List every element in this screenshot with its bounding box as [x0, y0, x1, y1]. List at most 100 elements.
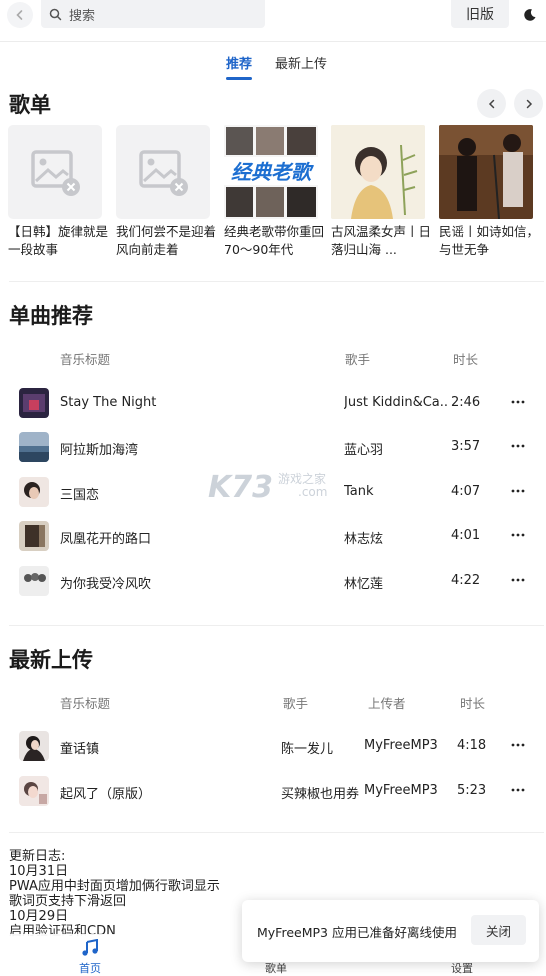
playlist-card[interactable]: 古风温柔女声丨日落归山海 ... [331, 125, 431, 259]
song-title: 童话镇 [60, 742, 100, 757]
more-button[interactable] [509, 482, 527, 500]
tab-bar: 推荐 最新上传 [0, 53, 546, 83]
more-icon [511, 489, 525, 493]
broken-image-icon [139, 150, 188, 196]
playlists-next-button[interactable] [514, 89, 543, 118]
column-header-title: 音乐标题 [60, 352, 111, 367]
watermark-domain: .com [298, 485, 328, 499]
watermark-logo: K73 游戏之家 .com [208, 468, 338, 508]
song-duration: 4:07 [451, 484, 481, 499]
column-header-title: 音乐标题 [60, 696, 111, 711]
column-header-uploader: 上传者 [368, 696, 406, 711]
playlist-cover [116, 125, 210, 219]
changelog-line: 歌词页支持下滑返回 [9, 894, 127, 909]
songs-title: 单曲推荐 [9, 304, 93, 328]
playlist-title: 民谣丨如诗如信，与世无争 [439, 224, 539, 257]
song-cover [19, 477, 49, 507]
offline-ready-toast: MyFreeMP3 应用已准备好离线使用 关闭 [242, 900, 539, 962]
more-button[interactable] [509, 571, 527, 589]
back-button[interactable] [7, 2, 33, 28]
playlist-title: 我们何尝不是迎着风向前走着 [116, 224, 216, 257]
music-note-icon [82, 939, 98, 956]
song-artist: 林忆莲 [344, 577, 384, 592]
playlist-card[interactable]: 经典老歌 经典老歌带你重回70～90年代 [224, 125, 324, 259]
search-input[interactable]: 搜索 [41, 0, 265, 28]
upload-row[interactable]: 起风了（原版） 买辣椒也用券 MyFreeMP3 5:23 [0, 769, 546, 813]
more-icon [511, 578, 525, 582]
nav-label-home: 首页 [79, 962, 101, 975]
more-icon [511, 788, 525, 792]
moon-icon [524, 9, 536, 21]
song-artist: 林志炫 [344, 532, 384, 547]
playlist-cover [439, 125, 533, 219]
playlists-prev-button[interactable] [477, 89, 506, 118]
column-header-duration: 时长 [460, 696, 486, 711]
divider [9, 281, 544, 282]
upload-row[interactable]: 童话镇 陈一发儿 MyFreeMP3 4:18 [0, 724, 546, 768]
divider [9, 832, 544, 833]
song-title: Stay The Night [60, 395, 157, 410]
playlist-title: 经典老歌带你重回70～90年代 [224, 224, 324, 257]
photo-collage-image: 经典老歌 [224, 125, 318, 219]
svg-text:经典老歌: 经典老歌 [231, 160, 315, 184]
song-title: 为你我受冷风吹 [60, 577, 152, 592]
playlist-card[interactable]: 我们何尝不是迎着风向前走着 [116, 125, 216, 259]
more-button[interactable] [509, 736, 527, 754]
more-button[interactable] [509, 437, 527, 455]
old-version-button[interactable]: 旧版 [451, 0, 509, 28]
changelog-line: 更新日志: [9, 849, 66, 864]
song-cover [19, 521, 49, 551]
more-icon [511, 533, 525, 537]
song-artist: Tank [344, 484, 374, 499]
illustration-image [331, 125, 425, 219]
more-icon [511, 743, 525, 747]
changelog: 更新日志: 10月31日 PWA应用中封面页增加俩行歌词显示 歌词页支持下滑返回… [9, 849, 269, 939]
more-button[interactable] [509, 526, 527, 544]
concert-photo-image [439, 125, 533, 219]
playlist-cover [8, 125, 102, 219]
song-cover [19, 388, 49, 418]
song-row[interactable]: 阿拉斯加海湾 蓝心羽 3:57 [0, 425, 546, 469]
song-cover [19, 776, 49, 806]
more-button[interactable] [509, 393, 527, 411]
nav-label-playlists: 歌单 [265, 962, 287, 975]
playlist-title: 古风温柔女声丨日落归山海 ... [331, 224, 431, 257]
song-duration: 2:46 [451, 395, 481, 410]
song-row[interactable]: Stay The Night Just Kiddin&Ca... 2:46 [0, 381, 546, 425]
more-button[interactable] [509, 781, 527, 799]
tab-latest-upload[interactable]: 最新上传 [275, 53, 327, 72]
song-artist: 陈一发儿 [281, 742, 334, 757]
nav-label-settings: 设置 [451, 962, 473, 975]
more-icon [511, 444, 525, 448]
column-header-artist: 歌手 [345, 352, 371, 367]
column-header-artist: 歌手 [283, 696, 309, 711]
chevron-left-icon [16, 10, 23, 20]
song-duration: 3:57 [451, 439, 481, 454]
theme-toggle-button[interactable] [517, 2, 543, 28]
broken-image-icon [31, 150, 80, 196]
playlist-card[interactable]: 【日韩】旋律就是一段故事 [8, 125, 108, 259]
song-row[interactable]: 为你我受冷风吹 林忆莲 4:22 [0, 559, 546, 603]
tab-recommend[interactable]: 推荐 [226, 53, 253, 80]
playlists-title: 歌单 [9, 93, 51, 117]
more-icon [511, 400, 525, 404]
toast-message: MyFreeMP3 应用已准备好离线使用 [257, 925, 457, 940]
search-placeholder: 搜索 [69, 8, 96, 24]
song-cover [19, 566, 49, 596]
toast-close-button[interactable]: 关闭 [471, 915, 526, 945]
top-bar: 搜索 旧版 [0, 0, 546, 42]
song-artist: 蓝心羽 [344, 443, 384, 458]
song-cover [19, 731, 49, 761]
song-row[interactable]: 凤凰花开的路口 林志炫 4:01 [0, 514, 546, 558]
changelog-line: 10月29日 [9, 909, 69, 924]
changelog-line: 10月31日 [9, 864, 69, 879]
song-uploader: MyFreeMP3 [364, 738, 438, 753]
playlist-card[interactable]: 民谣丨如诗如信，与世无争 [439, 125, 539, 259]
playlist-cover [331, 125, 425, 219]
song-artist: 买辣椒也用券 [281, 787, 360, 802]
song-duration: 4:01 [451, 528, 481, 543]
song-title: 起风了（原版） [60, 787, 152, 802]
changelog-line: PWA应用中封面页增加俩行歌词显示 [9, 879, 220, 894]
chevron-left-icon [488, 99, 494, 108]
song-title: 阿拉斯加海湾 [60, 443, 139, 458]
